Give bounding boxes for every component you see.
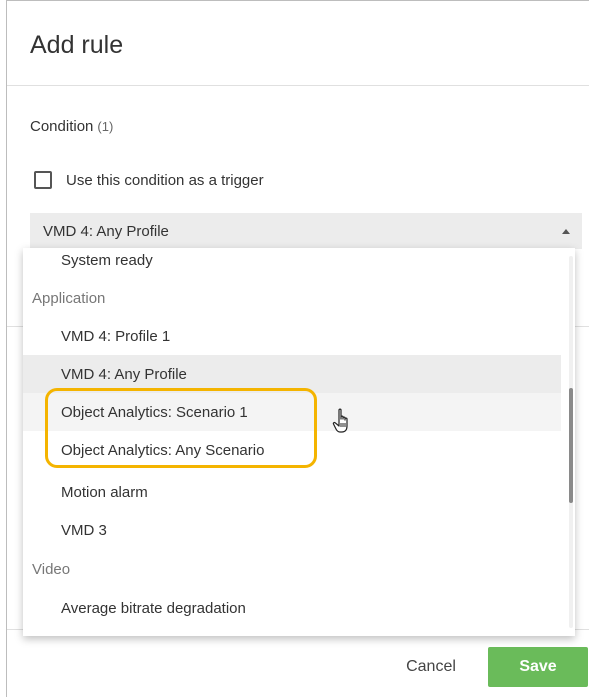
condition-count: (1) [97,119,114,134]
hand-pointer-icon [332,408,354,439]
dialog-title: Add rule [30,31,124,59]
dropdown-item[interactable]: VMD 3 [23,511,561,549]
dropdown-group-header: Application [23,279,561,317]
condition-label: Condition [30,118,94,135]
condition-select[interactable]: VMD 4: Any Profile [30,213,582,249]
dropdown-item-label: Object Analytics: Any Scenario [61,441,265,459]
save-button[interactable]: Save [488,647,588,687]
dropdown-item-selected[interactable]: VMD 4: Any Profile [23,355,561,393]
condition-section-label: Condition (1) [30,118,113,135]
caret-up-icon [562,229,570,234]
dropdown-item-label: Object Analytics: Scenario 1 [61,403,248,421]
dropdown-item-label: VMD 4: Any Profile [61,365,187,383]
dropdown-group-label: Video [32,560,71,578]
dropdown-item-hovered[interactable]: Object Analytics: Scenario 1 [23,393,561,431]
dropdown-group-label: Application [32,289,106,307]
dropdown-item[interactable]: System ready [23,248,561,279]
dropdown-scrollbar-thumb[interactable] [569,388,573,503]
trigger-checkbox-label[interactable]: Use this condition as a trigger [66,172,264,189]
trigger-checkbox[interactable] [34,171,52,189]
dropdown-item-label: Average bitrate degradation [61,599,246,617]
dialog-header: Add rule [7,1,589,86]
condition-select-value: VMD 4: Any Profile [43,222,169,240]
dropdown-item-label: VMD 4: Profile 1 [61,327,171,345]
trigger-checkbox-row[interactable]: Use this condition as a trigger [34,169,264,191]
dropdown-group-header: Video [23,550,561,588]
dropdown-item[interactable]: Average bitrate degradation [23,589,561,627]
dropdown-item[interactable]: VMD 4: Profile 1 [23,317,561,355]
dropdown-item[interactable]: Object Analytics: Any Scenario [23,431,561,469]
dropdown-item-label: VMD 3 [61,521,107,539]
cancel-button[interactable]: Cancel [395,647,467,687]
dropdown-item-label: Motion alarm [61,483,148,501]
dropdown-item-label: System ready [61,251,153,269]
dropdown-item[interactable]: Motion alarm [23,473,561,511]
condition-dropdown-list[interactable]: System ready Application VMD 4: Profile … [23,248,575,636]
